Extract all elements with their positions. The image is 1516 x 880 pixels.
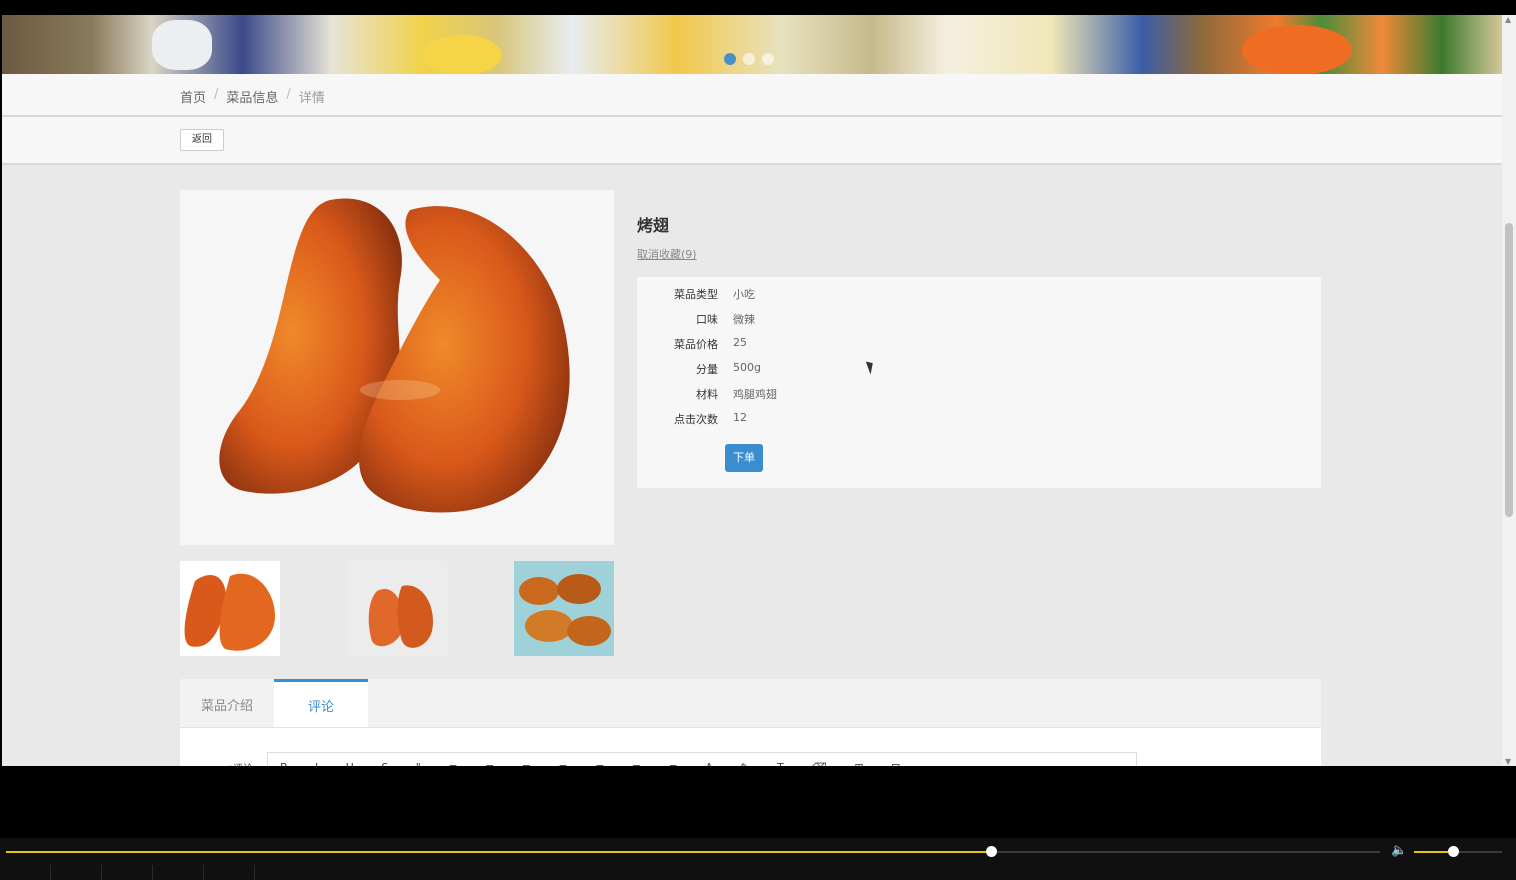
progress-bar[interactable] [6, 846, 1380, 857]
thumbnail-image [347, 561, 447, 656]
video-player-controls: 🔈 [0, 838, 1516, 880]
scroll-down-icon[interactable]: ▼ [1505, 757, 1511, 766]
scrollbar-thumb[interactable] [1505, 223, 1513, 517]
banner-decoration [422, 35, 502, 74]
player-button-row [0, 865, 1516, 880]
info-value: 25 [733, 336, 747, 349]
banner-decoration [152, 20, 212, 70]
back-button[interactable]: 返回 [180, 129, 224, 151]
thumbnail-image [514, 561, 614, 656]
browser-page: 首页 / 菜品信息 / 详情 返回 烤翅 取消收藏(9) 菜品类型 小吃 口味 … [2, 15, 1502, 766]
player-button[interactable] [204, 865, 255, 880]
info-label: 点击次数 [674, 413, 718, 426]
dish-thumbnail[interactable] [514, 561, 614, 656]
info-label: 口味 [696, 313, 718, 326]
player-button[interactable] [0, 865, 51, 880]
breadcrumb: 首页 / 菜品信息 / 详情 [180, 87, 325, 106]
volume-knob[interactable] [1447, 846, 1459, 857]
progress-fill [6, 851, 992, 853]
banner-decoration [1242, 25, 1352, 74]
player-button[interactable] [153, 865, 204, 880]
player-button[interactable] [51, 865, 102, 880]
volume-slider[interactable] [1414, 846, 1502, 857]
dish-thumbnail[interactable] [180, 561, 280, 656]
breadcrumb-home[interactable]: 首页 [180, 87, 206, 106]
volume-fill [1414, 851, 1453, 853]
page-scrollbar[interactable]: ▲ ▼ [1502, 15, 1516, 766]
tab-dish-intro[interactable]: 菜品介绍 [180, 679, 274, 727]
info-value: 12 [733, 411, 747, 424]
dish-info-panel: 菜品类型 小吃 口味 微辣 菜品价格 25 分量 500g 材料 鸡腿鸡翅 点击… [637, 277, 1321, 488]
info-value: 鸡腿鸡翅 [733, 388, 777, 401]
tab-comments[interactable]: 评论 [274, 679, 368, 727]
progress-knob[interactable] [986, 846, 998, 857]
breadcrumb-bar: 首页 / 菜品信息 / 详情 [2, 74, 1502, 117]
chicken-wings-image [219, 198, 570, 513]
breadcrumb-current: 详情 [298, 91, 325, 106]
info-value: 小吃 [733, 288, 755, 301]
info-value: 微辣 [733, 313, 755, 326]
comment-label-text: 评论 [233, 764, 253, 766]
info-label: 材料 [696, 388, 718, 401]
breadcrumb-separator: / [286, 87, 291, 102]
info-label: 分量 [696, 363, 718, 376]
breadcrumb-separator: / [214, 87, 219, 102]
comment-label: *评论 [228, 760, 253, 766]
dish-main-image [180, 190, 614, 545]
volume-icon[interactable]: 🔈 [1391, 843, 1407, 858]
player-button[interactable] [102, 865, 153, 880]
unfavorite-link[interactable]: 取消收藏(9) [637, 246, 697, 262]
carousel-dots [724, 53, 774, 65]
rich-text-editor-toolbar[interactable]: B I U S " ≡ ≡ ≡ ≡ ≡ ≡ ≡ A ✎ T ⌫ ⊞ ⊟ [267, 752, 1137, 766]
info-label: 菜品类型 [674, 288, 718, 301]
thumbnail-image [180, 561, 280, 656]
dish-title: 烤翅 [637, 216, 670, 235]
comment-section: *评论 B I U S " ≡ ≡ ≡ ≡ ≡ ≡ ≡ A ✎ T ⌫ ⊞ ⊟ [180, 728, 1321, 766]
carousel-dot[interactable] [743, 53, 755, 65]
food-banner-carousel[interactable] [2, 15, 1502, 74]
carousel-dot[interactable] [762, 53, 774, 65]
carousel-dot[interactable] [724, 53, 736, 65]
action-bar: 返回 [2, 117, 1502, 165]
info-label: 菜品价格 [674, 338, 718, 351]
info-value: 500g [733, 361, 761, 374]
top-black-bar [0, 0, 1516, 15]
breadcrumb-section[interactable]: 菜品信息 [226, 87, 278, 106]
order-button[interactable]: 下单 [725, 444, 763, 472]
scroll-up-icon[interactable]: ▲ [1505, 15, 1511, 24]
dish-thumbnail[interactable] [347, 561, 447, 656]
detail-tabs: 菜品介绍 评论 [180, 679, 1321, 728]
